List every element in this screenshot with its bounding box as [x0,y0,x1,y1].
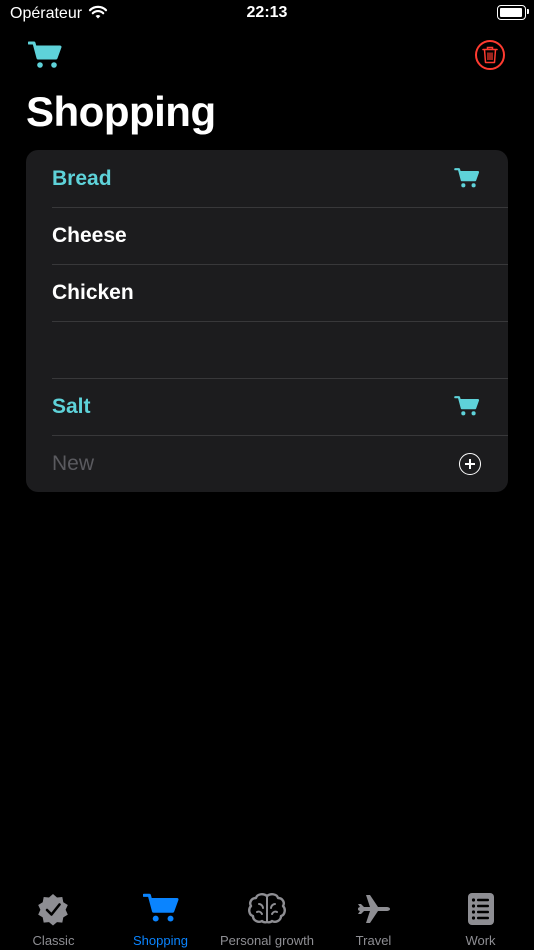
list-item[interactable]: Salt [26,378,508,435]
list-item[interactable]: Bread [26,150,508,207]
status-bar: Opérateur 22:13 [0,0,534,30]
list-item[interactable] [26,321,508,378]
tab-label: Work [465,933,496,948]
airplane-icon [358,895,390,923]
tab-label: Classic [32,933,75,948]
new-item-input[interactable]: New [52,452,94,476]
item-label: Bread [52,167,112,190]
cart-icon [454,395,480,422]
new-item-row[interactable]: New [26,435,508,492]
tab-bar: Classic Shopping Personal growth Travel [0,875,534,950]
delete-button[interactable] [475,40,505,70]
list-item[interactable]: Chicken [26,264,508,321]
battery-level [500,8,522,17]
cart-icon [454,167,480,194]
cart-icon[interactable] [27,40,62,75]
tab-classic[interactable]: Classic [0,875,107,950]
tab-work[interactable]: Work [427,875,534,950]
item-label: Cheese [52,224,127,247]
tab-travel[interactable]: Travel [320,875,427,950]
cart-icon [143,893,179,922]
item-label: Chicken [52,281,134,304]
plus-circle-icon[interactable] [459,453,481,475]
tab-shopping[interactable]: Shopping [107,875,214,950]
list-item[interactable]: Cheese [26,207,508,264]
item-label: Salt [52,395,91,418]
battery-icon [497,5,529,20]
tab-label: Shopping [133,933,188,948]
checkmark-seal-icon [38,894,68,926]
brain-icon [248,893,286,924]
tab-personal-growth[interactable]: Personal growth [214,875,320,950]
tab-label: Personal growth [220,933,314,948]
status-time: 22:13 [246,4,288,21]
trash-icon [482,46,498,64]
tab-label: Travel [355,933,392,948]
page-title: Shopping [26,88,216,135]
shopping-list: Bread Cheese Chicken Salt New [26,150,508,492]
document-icon [468,893,494,925]
